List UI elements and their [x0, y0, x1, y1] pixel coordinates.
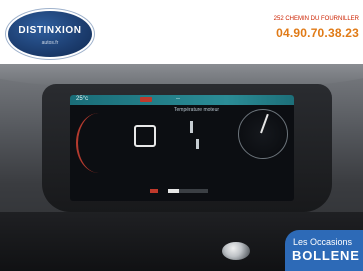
dealer-header: DISTINXION autos.fr 252 CHEMIN DU FOURNI…: [0, 0, 363, 64]
badge-line2: BOLLENE: [292, 248, 360, 263]
center-bar-icon: [196, 139, 199, 149]
logo-subtext: autos.fr: [41, 40, 59, 46]
screen-topbar: 25°c --: [70, 95, 294, 105]
center-title: Température moteur: [174, 107, 220, 113]
dealer-address: 252 CHEMIN DU FOURNILLER: [273, 16, 359, 22]
left-gauge-arc: [76, 113, 122, 173]
dealer-location-badge: Les Occasions BOLLENE: [285, 230, 363, 271]
center-bar-icon: [190, 121, 193, 133]
dealer-logo: DISTINXION autos.fr: [8, 11, 92, 57]
instrument-screen: 25°c -- Température moteur: [70, 95, 294, 201]
outside-temperature: 25°c: [76, 96, 89, 102]
right-dial: [238, 109, 288, 159]
badge-line1: Les Occasions: [293, 237, 353, 247]
warning-indicator-icon: [140, 97, 152, 102]
mounting-bolt: [222, 242, 250, 260]
gear-indicator-icon: [134, 125, 156, 147]
fuel-warning-icon: [150, 189, 158, 193]
dealer-phone: 04.90.70.38.23: [276, 26, 359, 40]
logo-text: DISTINXION: [18, 25, 82, 36]
fuel-level-bar: [168, 189, 208, 193]
topbar-status: --: [176, 96, 180, 102]
